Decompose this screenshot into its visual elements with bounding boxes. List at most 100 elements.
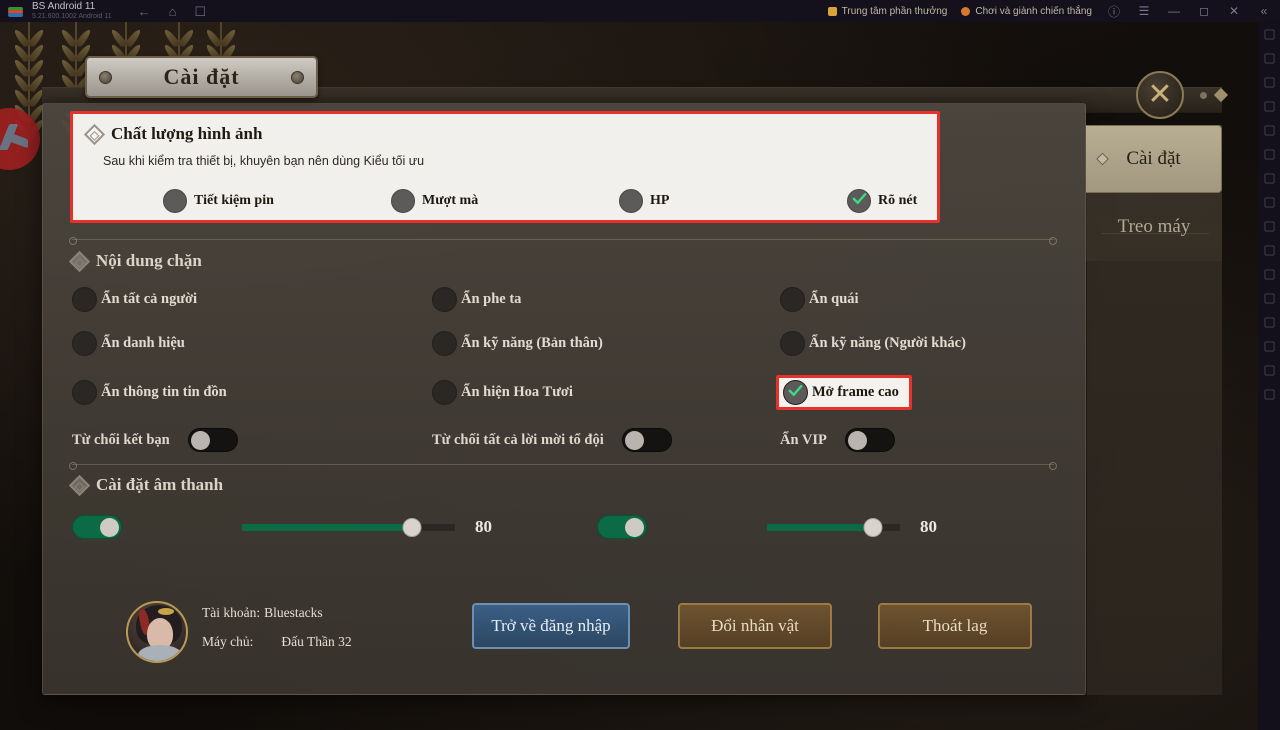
block-checkbox-1[interactable]: Ẩn phe ta [432,287,780,312]
sound-settings-header: Cài đặt âm thanh [68,474,1062,496]
block-checkbox-3[interactable]: Ẩn danh hiệu [72,331,432,356]
checkbox[interactable] [783,380,808,405]
instance-name: BS Android 11 [32,1,96,13]
highlight-frame: Mở frame cao [776,375,912,410]
block-checkbox-5[interactable]: Ẩn kỹ năng (Người khác) [780,331,1040,356]
radio-button[interactable] [163,189,187,213]
checkbox[interactable] [72,380,97,405]
block-checkbox-4[interactable]: Ẩn kỹ năng (Bản thân) [432,331,780,356]
quality-option-label: HP [650,193,670,208]
toggle-switch[interactable] [187,428,238,452]
sound-settings-section: Cài đặt âm thanh 80 80 [68,474,1062,539]
sound-toggle-0[interactable] [72,515,122,539]
slider-handle[interactable] [863,517,883,537]
account-info: Tài khoản: Bluestacks Máy chủ: Đấu Thần … [202,605,352,663]
image-quality-options: Tiết kiệm pin Mượt mà HP Rõ nét [73,189,937,213]
titlebar-right: Trung tâm phần thưởng Chơi và giành chiế… [827,3,1280,20]
switch-character-button[interactable]: Đổi nhân vật [678,603,832,649]
close-icon[interactable]: ✕ [1226,4,1242,18]
checkbox[interactable] [432,380,457,405]
plaque-rivet-left [99,70,112,84]
shake-icon[interactable] [1263,172,1276,185]
multi-instance-icon[interactable] [1263,220,1276,233]
tab-idle[interactable]: Treo máy [1086,193,1222,261]
quality-option-1[interactable]: Mượt mà [391,189,619,213]
layers-icon[interactable] [1263,364,1276,377]
block-toggle-1[interactable]: Từ chối tất cả lời mời tổ đội [432,428,780,452]
quality-option-3[interactable]: Rõ nét [847,189,917,213]
settings-dialog: Cài đặt ✕ Cài đặt Treo máy Chất lượng hì… [42,56,1229,695]
keyboard-mapping-icon[interactable] [1263,76,1276,89]
exit-lag-label: Thoát lag [922,616,988,635]
checkbox[interactable] [432,331,457,356]
block-checkbox-2[interactable]: Ẩn quái [780,287,1040,312]
help-icon[interactable]: ⓘ [1106,3,1122,20]
fullscreen-icon[interactable] [1263,28,1276,41]
eco-mode-icon[interactable] [1263,316,1276,329]
block-content-section: Nội dung chặn Ẩn tất cả người Ẩn phe ta Ẩn… [68,250,1062,452]
collapse-sidebar-icon[interactable]: « [1256,4,1272,18]
screenshot-icon[interactable] [1263,100,1276,113]
back-to-login-label: Trở về đăng nhập [491,616,611,635]
server-value: Đấu Thần 32 [281,634,352,649]
radio-button[interactable] [391,189,415,213]
sound-slider-0[interactable] [242,517,455,537]
checkbox[interactable] [72,287,97,312]
recents-icon[interactable]: ☐ [195,5,207,18]
checkbox[interactable] [72,331,97,356]
toggle-switch[interactable] [844,428,895,452]
divider-bottom [69,461,1057,470]
image-quality-hint: Sau khi kiểm tra thiết bị, khuyên bạn nê… [103,154,425,168]
move-icon[interactable] [1263,268,1276,281]
block-checkbox-label: Ẩn kỹ năng (Bản thân) [461,335,603,351]
play-and-win-link[interactable]: Chơi và giành chiến thắng [961,6,1092,17]
dialog-title-plaque: Cài đặt [85,56,318,98]
minimize-icon[interactable]: — [1166,4,1182,18]
close-x-icon: ✕ [1147,78,1173,111]
block-checkbox-0[interactable]: Ẩn tất cả người [72,287,432,312]
block-checkbox-7[interactable]: Ẩn hiện Hoa Tươi [432,375,780,410]
checkbox[interactable] [780,331,805,356]
quality-option-label: Tiết kiệm pin [194,193,274,208]
quality-option-0[interactable]: Tiết kiệm pin [163,189,391,213]
back-icon[interactable]: ← [138,5,151,18]
block-toggle-2[interactable]: Ẩn VIP [780,428,1040,452]
tab-settings[interactable]: Cài đặt [1086,125,1222,193]
location-icon[interactable] [1263,148,1276,161]
block-checkbox-8[interactable]: Mở frame cao [776,375,1040,410]
maximize-icon[interactable]: ◻ [1196,4,1212,18]
block-toggle-label: Từ chối kết bạn [72,431,170,448]
close-dialog-button[interactable]: ✕ [1136,71,1184,119]
menu-icon[interactable]: ☰ [1136,4,1152,18]
record-screen-icon[interactable] [1263,124,1276,137]
tab-idle-label: Treo máy [1117,216,1191,237]
folder-icon[interactable] [1263,244,1276,257]
block-checkbox-6[interactable]: Ẩn thông tin tin đồn [72,375,432,410]
checkbox[interactable] [432,287,457,312]
rotate-icon[interactable] [1263,292,1276,305]
bluestacks-titlebar: BS Android 11 5.21.600.1002 Android 11 ←… [0,0,1280,22]
image-quality-header: Chất lượng hình ảnh [83,123,937,145]
quality-option-2[interactable]: HP [619,189,847,213]
block-toggle-0[interactable]: Từ chối kết bạn [72,428,432,452]
macro-icon[interactable] [1263,196,1276,209]
block-checkbox-label: Ẩn kỹ năng (Người khác) [809,335,966,351]
trim-memory-icon[interactable] [1263,340,1276,353]
home-icon[interactable]: ⌂ [169,5,177,18]
block-toggle-grid: Từ chối kết bạn Từ chối tất cả lời mời tổ… [72,428,1062,452]
sound-slider-1[interactable] [767,517,900,537]
slider-handle[interactable] [402,517,422,537]
dialog-footer: Tài khoản: Bluestacks Máy chủ: Đấu Thần … [42,585,1086,695]
toggle-switch[interactable] [621,428,672,452]
back-to-login-button[interactable]: Trở về đăng nhập [472,603,630,649]
checkbox[interactable] [780,287,805,312]
rewards-center-link[interactable]: Trung tâm phần thưởng [827,6,947,17]
exit-lag-button[interactable]: Thoát lag [878,603,1032,649]
slider-fill [242,523,413,531]
volume-icon[interactable] [1263,52,1276,65]
block-checkbox-label: Mở frame cao [812,384,899,400]
more-icon[interactable] [1263,388,1276,401]
radio-button[interactable] [847,189,871,213]
radio-button[interactable] [619,189,643,213]
sound-toggle-1[interactable] [597,515,647,539]
